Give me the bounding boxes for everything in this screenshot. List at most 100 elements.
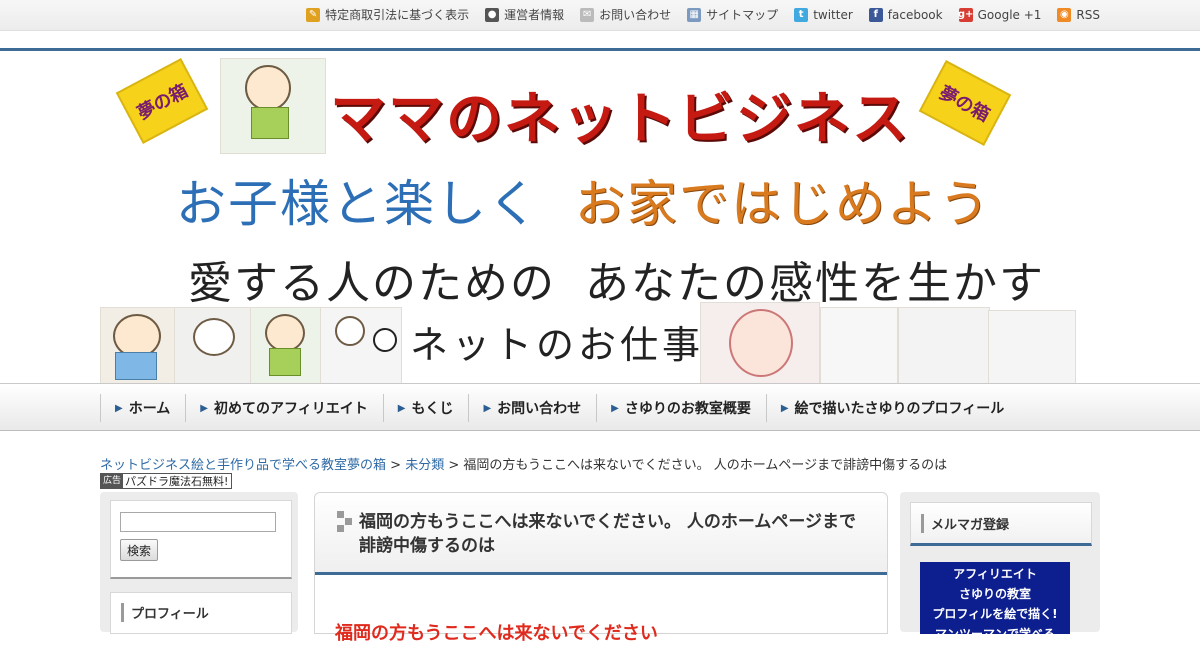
baby-body: [115, 352, 157, 380]
top-links: ✎ 特定商取引法に基づく表示 ● 運営者情報 ✉ お問い合わせ ▦ サイトマップ t twitte…: [290, 6, 1100, 23]
nav-item-0[interactable]: ▶ ホーム: [100, 394, 185, 422]
umbrella-child-drawing: [174, 307, 252, 384]
top-link-edit[interactable]: ✎ 特定商取引法に基づく表示: [306, 6, 469, 23]
sitemap-icon: ▦: [687, 7, 702, 22]
triangle-right-icon: ▶: [397, 402, 406, 414]
right-sidebar: メルマガ登録 アフィリエイト さゆりの教室プロフィルを絵で描く! マンツーマンで学べ…: [900, 492, 1100, 641]
profile-title: プロフィール: [121, 603, 209, 622]
nav-item-1[interactable]: ▶ 初めてのアフィリエイト: [185, 394, 382, 422]
dream-box-badge-right: 夢の箱: [918, 60, 1012, 146]
main-content: 福岡の方もうここへは来ないでください。 人のホームページまで誹謗中傷するのは 福…: [314, 492, 888, 644]
cat-face-drawing: [898, 307, 990, 384]
top-link-facebook[interactable]: f facebook: [868, 6, 943, 23]
classroom-banner-line: プロフィルを絵で描く!: [932, 607, 1058, 621]
sketch-drawing: [988, 310, 1076, 384]
baby-drawing: [100, 307, 176, 384]
classroom-banner-line: さゆりの教室: [958, 587, 1031, 601]
top-link-label: 特定商取引法に基づく表示: [325, 8, 470, 22]
profile-widget: プロフィール: [110, 592, 292, 634]
header-divider: [0, 48, 1200, 51]
google-plus-icon: g+: [957, 7, 974, 22]
cat-drawing: [820, 307, 898, 384]
facebook-icon: f: [868, 7, 883, 22]
badge-right-text: 夢の箱: [935, 82, 994, 127]
mailmag-title: メルマガ登録: [921, 514, 1009, 533]
banner-title: ママのネットビジネス: [330, 87, 910, 152]
dream-box-badge-left: 夢の箱: [115, 58, 209, 144]
search-button[interactable]: 検索: [120, 539, 159, 561]
nav-item-label: ホーム: [128, 401, 171, 417]
breadcrumb-category[interactable]: 未分類: [405, 458, 444, 473]
badge-left-text: 夢の箱: [133, 80, 192, 125]
top-utility-bar: ✎ 特定商取引法に基づく表示 ● 運営者情報 ✉ お問い合わせ ▦ サイトマップ t twitte…: [0, 0, 1200, 31]
top-link-rss[interactable]: ◉ RSS: [1057, 6, 1100, 23]
nav-item-label: 絵で描いたさゆりのプロフィール: [794, 401, 1005, 417]
top-link-label: サイトマップ: [706, 8, 779, 22]
nav-item-2[interactable]: ▶ もくじ: [382, 394, 469, 422]
main-nav: ▶ ホーム ▶ 初めてのアフィリエイト ▶ もくじ ▶ お問い合わせ ▶ さゆりのお教室概要 ▶ 絵で…: [0, 383, 1200, 431]
banner-line-3a: 愛する人のための: [188, 258, 556, 309]
left-sidebar: 検索 プロフィール: [100, 492, 298, 634]
top-link-person[interactable]: ● 運営者情報: [485, 6, 564, 23]
child-head: [245, 65, 291, 111]
top-link-twitter[interactable]: t twitter: [794, 6, 853, 23]
twitter-icon: t: [794, 7, 809, 22]
soccer-ball-icon: [373, 328, 397, 352]
top-link-label: facebook: [887, 7, 943, 22]
title-squares-icon: [337, 511, 353, 533]
top-link-sitemap[interactable]: ▦ サイトマップ: [687, 6, 778, 23]
classroom-banner-line: マンツーマンで学べる: [934, 627, 1055, 641]
top-link-label: Google +1: [977, 7, 1042, 22]
banner-subtitle-orange: お家ではじめよう: [575, 175, 991, 233]
nav-item-label: もくじ: [411, 401, 454, 417]
post-title: 福岡の方もうここへは来ないでください。 人のホームページまで誹謗中傷するのは: [359, 512, 857, 556]
nav-item-label: さゆりのお教室概要: [624, 401, 751, 417]
umbrella-child-head: [193, 318, 235, 356]
top-link-mail[interactable]: ✉ お問い合わせ: [580, 6, 671, 23]
triangle-right-icon: ▶: [115, 402, 123, 414]
person-icon: ●: [485, 7, 500, 22]
mailmag-widget-header: メルマガ登録: [910, 502, 1092, 546]
nav-item-label: 初めてのアフィリエイト: [214, 401, 368, 417]
classroom-banner-line: アフィリエイト: [953, 567, 1037, 581]
child-body: [251, 107, 289, 139]
banner-line-4: ネットのお仕事: [410, 323, 705, 367]
top-link-label: twitter: [813, 7, 853, 22]
top-link-label: お問い合わせ: [599, 8, 672, 22]
post-header: 福岡の方もうここへは来ないでください。 人のホームページまで誹謗中傷するのは: [315, 493, 887, 575]
classroom-banner[interactable]: アフィリエイト さゆりの教室プロフィルを絵で描く! マンツーマンで学べる: [920, 562, 1070, 641]
top-link-google-plus[interactable]: g+ Google +1: [957, 6, 1042, 23]
search-widget: 検索: [110, 500, 292, 579]
breadcrumb-home[interactable]: ネットビジネス絵と手作り品で学べる教室夢の箱: [100, 458, 386, 473]
top-link-label: 運営者情報: [504, 8, 565, 22]
triangle-right-icon: ▶: [611, 402, 619, 414]
nav-item-label: お問い合わせ: [497, 401, 582, 417]
nav-item-4[interactable]: ▶ さゆりのお教室概要: [596, 394, 766, 422]
triangle-right-icon: ▶: [780, 402, 789, 414]
breadcrumb-sep-2: >: [448, 458, 460, 473]
child-drawing-top: [220, 58, 326, 154]
header-banner[interactable]: 夢の箱 夢の箱 ママのネットビジネス お子様と楽しく お家ではじめよう 愛する人…: [100, 52, 1100, 384]
mail-icon: ✉: [580, 7, 595, 22]
nav-items: ▶ ホーム ▶ 初めてのアフィリエイト ▶ もくじ ▶ お問い合わせ ▶ さゆりのお教室概要 ▶ 絵で…: [100, 394, 1019, 422]
post-lead: 福岡の方もうここへは来ないでください: [335, 623, 658, 644]
edit-icon: ✎: [306, 7, 321, 22]
breadcrumb-sep: >: [390, 458, 402, 473]
ad-link[interactable]: 広告 パズドラ魔法石無料!: [100, 473, 233, 489]
triangle-right-icon: ▶: [200, 402, 208, 414]
search-input[interactable]: [120, 512, 276, 532]
schoolgirl-body: [269, 348, 301, 376]
breadcrumb-current: 福岡の方もうここへは来ないでください。 人のホームページまで誹謗中傷するのは: [463, 458, 948, 473]
rss-icon: ◉: [1057, 7, 1072, 22]
soccer-player-head: [335, 316, 365, 346]
top-link-label: RSS: [1076, 7, 1100, 22]
nav-item-5[interactable]: ▶ 絵で描いたさゆりのプロフィール: [765, 394, 1019, 422]
portrait-drawing: [700, 302, 820, 384]
nav-item-3[interactable]: ▶ お問い合わせ: [468, 394, 596, 422]
breadcrumb: ネットビジネス絵と手作り品で学べる教室夢の箱 > 未分類 > 福岡の方もうここへ…: [100, 454, 947, 473]
ad-pr-label: 広告: [101, 474, 124, 488]
banner-subtitle-blue: お子様と楽しく: [176, 175, 540, 233]
portrait-head: [729, 309, 793, 377]
soccer-drawing: [320, 307, 402, 384]
ad-text: パズドラ魔法石無料!: [125, 475, 229, 488]
